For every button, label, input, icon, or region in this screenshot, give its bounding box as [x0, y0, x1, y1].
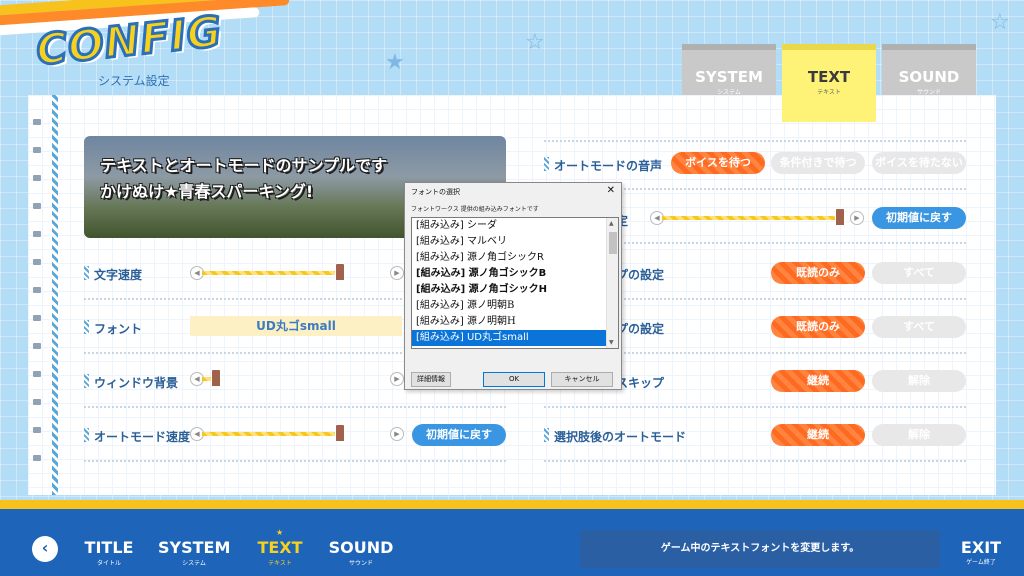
- auto-voice-option-wait[interactable]: ボイスを待つ: [671, 152, 765, 174]
- row2-slider[interactable]: ◀ ▶: [650, 208, 864, 226]
- binder-ring: [33, 427, 41, 433]
- auto-voice-option-nowait[interactable]: ボイスを待たない: [872, 152, 966, 174]
- arrow-right-icon[interactable]: ▶: [390, 266, 404, 280]
- binder-ring: [33, 147, 41, 153]
- cancel-button[interactable]: キャンセル: [551, 372, 613, 387]
- font-list-item[interactable]: [組み込み] マルベリ: [412, 234, 606, 250]
- back-button[interactable]: ‹: [32, 536, 58, 562]
- row4-option-read[interactable]: 既読のみ: [771, 316, 865, 338]
- page-subtitle: システム設定: [98, 74, 170, 88]
- row2-reset-button[interactable]: 初期値に戻す: [872, 207, 966, 229]
- auto-voice-label: オートモードの音声: [544, 157, 662, 174]
- tab-system[interactable]: SYSTEM システム: [682, 44, 776, 100]
- chevron-down-icon[interactable]: ▼: [609, 339, 614, 346]
- row5-option-cancel[interactable]: 解除: [872, 370, 966, 392]
- nav-text[interactable]: ★ TEXT テキスト: [256, 528, 304, 567]
- star-doodle-icon: ☆: [990, 10, 1010, 35]
- scrollbar[interactable]: ▲ ▼: [606, 218, 618, 348]
- status-message: ゲーム中のテキストフォントを変更します。: [580, 530, 940, 568]
- binder-ring: [33, 343, 41, 349]
- nav-system[interactable]: SYSTEM システム: [158, 538, 230, 567]
- row4-option-all[interactable]: すべて: [872, 316, 966, 338]
- font-list-item[interactable]: [組み込み] シーダ: [412, 218, 606, 234]
- auto-voice-option-conditional[interactable]: 条件付きで待つ: [771, 152, 865, 174]
- tab-text[interactable]: TEXT テキスト: [782, 44, 876, 122]
- divider: [544, 460, 966, 462]
- sample-line-2: かけぬけ★青春スパーキング!: [100, 182, 314, 201]
- binder-ring: [33, 259, 41, 265]
- arrow-right-icon[interactable]: ▶: [850, 211, 864, 225]
- after-choice-label: 選択肢後のオートモード: [544, 428, 686, 445]
- font-list-item[interactable]: [組み込み] 源ノ角ゴシックR: [412, 250, 606, 266]
- text-speed-label: 文字速度: [84, 266, 142, 283]
- slider-thumb[interactable]: [335, 263, 346, 281]
- after-choice-option-continue[interactable]: 継続: [771, 424, 865, 446]
- slider-thumb[interactable]: [834, 208, 845, 226]
- tab-sound[interactable]: SOUND サウンド: [882, 44, 976, 100]
- binder-ring: [33, 455, 41, 461]
- font-list-item[interactable]: [組み込み] 源ノ角ゴシックB: [412, 266, 606, 282]
- slider-thumb[interactable]: [335, 424, 346, 442]
- side-stripe: [52, 95, 58, 495]
- divider: [544, 406, 966, 408]
- arrow-right-icon[interactable]: ▶: [390, 372, 404, 386]
- chevron-up-icon[interactable]: ▲: [609, 220, 614, 227]
- divider: [544, 140, 966, 142]
- star-doodle-icon: ★: [385, 50, 405, 75]
- exit-button[interactable]: EXIT ゲーム終了: [960, 538, 1002, 566]
- font-list-item[interactable]: [組み込み] UD丸ゴsmall: [412, 330, 606, 346]
- binder-ring: [33, 203, 41, 209]
- text-speed-slider[interactable]: ◀ ▶: [190, 263, 404, 281]
- window-bg-slider[interactable]: ◀ ▶: [190, 369, 404, 387]
- ok-button[interactable]: OK: [483, 372, 545, 387]
- binder-ring: [33, 287, 41, 293]
- scrollbar-thumb[interactable]: [609, 232, 617, 254]
- font-list-item[interactable]: [組み込み] 源ノ明朝H: [412, 314, 606, 330]
- font-select-field[interactable]: UD丸ゴsmall: [190, 316, 402, 336]
- auto-speed-label: オートモード速度: [84, 428, 190, 445]
- nav-title[interactable]: TITLE タイトル: [84, 538, 134, 567]
- font-list-item[interactable]: [組み込み] 源ノ明朝B: [412, 298, 606, 314]
- details-button[interactable]: 詳細情報: [411, 372, 451, 387]
- sample-line-1: テキストとオートモードのサンプルです: [100, 156, 388, 175]
- binder-ring: [33, 175, 41, 181]
- auto-speed-slider[interactable]: ◀ ▶: [190, 424, 404, 442]
- auto-speed-reset-button[interactable]: 初期値に戻す: [412, 424, 506, 446]
- row5-option-continue[interactable]: 継続: [771, 370, 865, 392]
- config-logo: CONFIG: [32, 5, 226, 76]
- divider: [84, 460, 506, 462]
- binder-ring: [33, 119, 41, 125]
- font-list-item[interactable]: [組み込み] 源ノ角ゴシックH: [412, 282, 606, 298]
- binder-ring: [33, 231, 41, 237]
- star-icon: ★: [276, 528, 284, 537]
- binder-ring: [33, 371, 41, 377]
- font-select-dialog: フォントの選択 ✕ フォントワークス 提供の組み込みフォントです [組み込み] …: [404, 182, 622, 390]
- close-icon[interactable]: ✕: [607, 185, 615, 196]
- slider-thumb[interactable]: [211, 369, 221, 387]
- arrow-right-icon[interactable]: ▶: [390, 427, 404, 441]
- divider: [84, 406, 506, 408]
- binder-ring: [33, 399, 41, 405]
- font-label: フォント: [84, 320, 142, 337]
- row3-option-all[interactable]: すべて: [872, 262, 966, 284]
- row3-option-read[interactable]: 既読のみ: [771, 262, 865, 284]
- star-doodle-icon: ☆: [525, 30, 545, 55]
- dialog-title: フォントの選択: [411, 188, 460, 196]
- dialog-description: フォントワークス 提供の組み込みフォントです: [411, 206, 539, 213]
- font-list[interactable]: [組み込み] シーダ [組み込み] マルベリ [組み込み] 源ノ角ゴシックR [組み込…: [411, 217, 619, 349]
- binder-ring: [33, 315, 41, 321]
- nav-sound[interactable]: SOUND サウンド: [326, 538, 396, 567]
- after-choice-option-cancel[interactable]: 解除: [872, 424, 966, 446]
- window-bg-label: ウィンドウ背景: [84, 374, 178, 391]
